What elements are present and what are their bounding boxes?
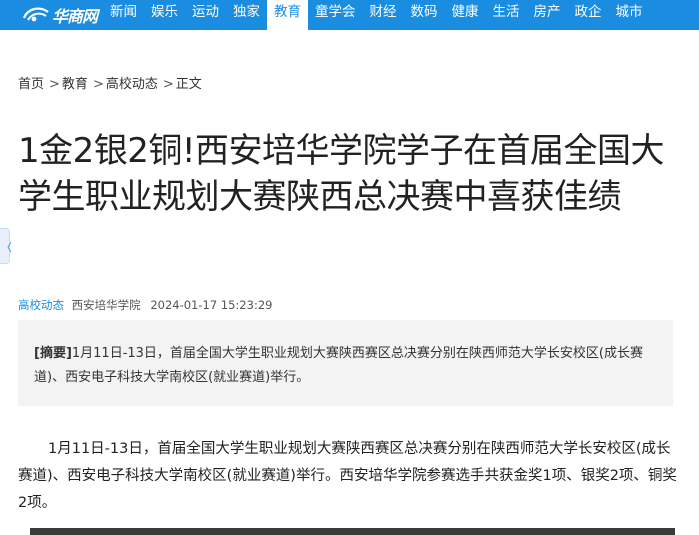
nav-item-11[interactable]: 政企	[568, 0, 609, 30]
breadcrumb-separator: >	[49, 77, 60, 92]
breadcrumb-item[interactable]: 教育	[62, 77, 88, 92]
summary-text: 1月11日-13日，首届全国大学生职业规划大赛陕西赛区总决赛分别在陕西师范大学长…	[34, 346, 644, 385]
article-timestamp: 2024-01-17 15:23:29	[150, 298, 273, 312]
nav-item-7[interactable]: 数码	[404, 0, 445, 30]
nav-item-6[interactable]: 财经	[363, 0, 404, 30]
huashang-logo-icon	[22, 7, 49, 22]
summary-tag: [摘要]	[34, 346, 72, 361]
article-photo	[30, 528, 675, 535]
nav-item-9[interactable]: 生活	[486, 0, 527, 30]
nav-item-0[interactable]: 新闻	[103, 0, 144, 30]
article-source: 西安培华学院	[71, 298, 141, 312]
category-link[interactable]: 高校动态	[18, 298, 64, 312]
side-tab-icon: 〈	[1, 241, 12, 254]
breadcrumb-item[interactable]: 高校动态	[106, 77, 158, 92]
nav-menu: 新闻 娱乐 运动 独家 教育 童学会 财经 数码 健康 生活 房产 政企 城市	[103, 0, 650, 30]
logo-text: 华商网	[52, 7, 98, 26]
breadcrumb: 首页 > 教育 > 高校动态 > 正文	[18, 73, 204, 92]
nav-item-3[interactable]: 独家	[226, 0, 267, 30]
nav-item-10[interactable]: 房产	[527, 0, 568, 30]
article-summary: [摘要]1月11日-13日，首届全国大学生职业规划大赛陕西赛区总决赛分别在陕西师…	[18, 320, 673, 406]
article-title: 1金2银2铜!西安培华学院学子在首届全国大学生职业规划大赛陕西总决赛中喜获佳绩	[18, 131, 665, 217]
breadcrumb-separator: >	[162, 77, 174, 92]
nav-item-4[interactable]: 教育	[267, 0, 308, 30]
breadcrumb-item[interactable]: 首页	[18, 77, 44, 92]
side-feedback-tab[interactable]: 〈	[0, 228, 12, 264]
site-logo[interactable]: 华商网	[22, 3, 98, 27]
nav-item-1[interactable]: 娱乐	[144, 0, 185, 30]
nav-item-8[interactable]: 健康	[445, 0, 486, 30]
article-meta: 高校动态 西安培华学院 2024-01-17 15:23:29	[18, 297, 272, 313]
top-navigation-bar: 华商网 新闻 娱乐 运动 独家 教育 童学会 财经 数码 健康 生活 房产 政企 城市	[0, 0, 699, 30]
article-paragraph: 1月11日-13日，首届全国大学生职业规划大赛陕西赛区总决赛分别在陕西师范大学长…	[18, 441, 677, 511]
breadcrumb-item: 正文	[175, 77, 202, 92]
breadcrumb-separator: >	[92, 77, 104, 92]
nav-item-12[interactable]: 城市	[609, 0, 650, 30]
nav-item-5[interactable]: 童学会	[308, 0, 363, 30]
nav-item-2[interactable]: 运动	[185, 0, 226, 30]
